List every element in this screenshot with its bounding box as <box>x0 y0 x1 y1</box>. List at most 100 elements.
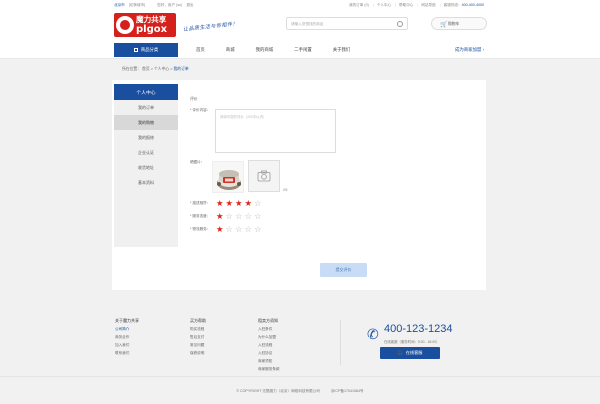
network-nav-link[interactable]: 网站导航 <box>421 3 435 8</box>
star-outline-icon[interactable]: ☆ <box>254 212 262 220</box>
star-outline-icon[interactable]: ☆ <box>245 225 253 233</box>
nav-link-second-hand[interactable]: 二手闲置 <box>294 47 312 53</box>
rating-stars-service[interactable]: ★ ☆ ☆ ☆ ☆ <box>216 212 262 220</box>
star-outline-icon[interactable]: ☆ <box>235 225 243 233</box>
header: 魔力共享 plgox 让品质生活与你相伴！ 请输入您想找的商品 🛒 购物车 <box>0 10 600 41</box>
footer-column-seller-notes: 租卖方须知 入驻条件 为什么加盟 入驻流程 入驻协议 商家须知 商家服务条款 <box>258 318 280 372</box>
sidebar-item-enterprise-auth[interactable]: 企业认证 <box>114 145 178 160</box>
top-utility-bar: 北京市 [切换城市] 您好，用户 (sn) 退出 我的订单 (0) | 个人中心… <box>0 0 600 10</box>
cart-icon: 🛒 <box>440 22 448 28</box>
footer-link[interactable]: 加入我们 <box>115 343 139 348</box>
welcome-text: 您好，用户 (sn) <box>157 2 183 7</box>
footer-link[interactable]: 商家服务条款 <box>258 367 280 372</box>
personal-center-link[interactable]: 个人中心 <box>377 3 391 8</box>
star-icon[interactable]: ★ <box>216 199 224 207</box>
category-menu-button[interactable]: 商品分类 <box>114 43 178 57</box>
star-outline-icon[interactable]: ☆ <box>254 199 262 207</box>
footer-link[interactable]: 入驻流程 <box>258 343 280 348</box>
menu-grid-icon <box>133 48 138 52</box>
help-center-link[interactable]: 帮助中心 <box>399 3 413 8</box>
footer-hours: 在线客服（服务时间：9:00 - 18:00） <box>384 340 440 344</box>
camera-icon <box>257 170 271 182</box>
star-outline-icon[interactable]: ☆ <box>245 212 253 220</box>
image-label: 晒图片： <box>190 160 205 164</box>
footer-link[interactable]: 商家须知 <box>258 359 280 364</box>
breadcrumb-personal[interactable]: 个人中心 <box>154 67 169 71</box>
nav-link-mall[interactable]: 商城 <box>226 47 235 53</box>
footer-link[interactable]: 常见问题 <box>190 343 206 348</box>
product-image <box>213 162 243 192</box>
footer-link[interactable]: 为什么加盟 <box>258 335 280 340</box>
footer-link[interactable]: 入驻条件 <box>258 327 280 332</box>
sidebar-item-shipping-address[interactable]: 收货地址 <box>114 160 178 175</box>
image-count: 0/5 <box>283 188 288 192</box>
breadcrumb-current: 我的订单 <box>173 67 189 71</box>
main-nav: 商品分类 首页 商城 我的商城 二手闲置 关于我们 成为商家加盟 › <box>0 41 600 59</box>
my-orders-link[interactable]: 我的订单 (0) <box>349 3 369 8</box>
submit-review-button[interactable]: 提交评价 <box>320 263 367 277</box>
nav-link-home[interactable]: 首页 <box>196 47 205 53</box>
sidebar-item-my-repairs[interactable]: 我的报修 <box>114 130 178 145</box>
content-label: * 评价内容： <box>190 108 211 112</box>
sidebar-title: 个人中心 <box>114 84 178 100</box>
footer-link[interactable]: 入驻协议 <box>258 351 280 356</box>
icp-number: 京ICP备17041584号 <box>330 389 364 393</box>
upload-image-button[interactable] <box>248 160 280 192</box>
breadcrumb-home[interactable]: 首页 <box>142 67 150 71</box>
star-outline-icon[interactable]: ☆ <box>254 225 262 233</box>
logout-link[interactable]: 退出 <box>186 3 193 8</box>
footer-link[interactable]: 保修说明 <box>190 351 206 356</box>
search-input[interactable]: 请输入您想找的商品 <box>286 17 408 30</box>
footer-phone: 400-123-1234 <box>384 323 453 335</box>
rating-stars-logistics[interactable]: ★ ☆ ☆ ☆ ☆ <box>216 225 262 233</box>
nav-links: 首页 商城 我的商城 二手闲置 关于我们 <box>196 47 371 53</box>
hotline-number: 400-400-4000 <box>461 3 484 7</box>
sidebar-item-my-shopping[interactable]: 我的购物 <box>114 115 178 130</box>
chevron-right-icon: › <box>482 47 485 52</box>
headset-icon: 🎧 <box>397 350 403 355</box>
star-outline-icon[interactable]: ☆ <box>226 212 234 220</box>
review-textarea[interactable]: 请填写您的评价（200字以内） <box>215 109 336 153</box>
copyright-bar: © COPYRIGHT 无限魔力（北京）网络科技有限公司 京ICP备170415… <box>0 376 600 404</box>
site-logo[interactable]: 魔力共享 plgox <box>114 13 176 37</box>
star-icon[interactable]: ★ <box>235 199 243 207</box>
product-thumbnail <box>212 161 244 193</box>
footer-link[interactable]: 购买流程 <box>190 327 206 332</box>
footer-link[interactable]: 售后支付 <box>190 335 206 340</box>
hotline-label: 客服热线： <box>443 2 462 7</box>
star-icon[interactable]: ★ <box>245 199 253 207</box>
footer-divider <box>340 320 341 365</box>
search-icon[interactable] <box>397 20 403 27</box>
switch-city-link[interactable]: [切换城市] <box>129 3 145 8</box>
rating-stars-description[interactable]: ★ ★ ★ ★ ☆ <box>216 199 262 207</box>
star-icon[interactable]: ★ <box>216 225 224 233</box>
footer-link[interactable]: 联系我们 <box>115 351 139 356</box>
breadcrumb: 所在位置： 首页 > 个人中心 > 我的订单 <box>122 67 189 71</box>
nav-link-about[interactable]: 关于我们 <box>333 47 351 53</box>
review-placeholder: 请填写您的评价（200字以内） <box>220 115 267 119</box>
footer: 关于魔力共享 公司简介 商务合作 加入我们 联系我们 买方帮助 购买流程 售后支… <box>0 306 600 376</box>
star-icon[interactable]: ★ <box>226 199 234 207</box>
footer-link[interactable]: 公司简介 <box>115 327 139 332</box>
logo-mark-icon <box>116 16 134 34</box>
sidebar-item-basic-info[interactable]: 基本资料 <box>114 175 178 190</box>
star-outline-icon[interactable]: ☆ <box>235 212 243 220</box>
city-label[interactable]: 北京市 <box>114 3 125 8</box>
rating-label-description: * 描述相符： <box>190 201 211 205</box>
search-placeholder: 请输入您想找的商品 <box>291 22 324 26</box>
sidebar-item-my-orders[interactable]: 我的订单 <box>114 100 178 115</box>
star-icon[interactable]: ★ <box>216 212 224 220</box>
become-merchant-link[interactable]: 成为商家加盟 › <box>455 47 484 53</box>
footer-link[interactable]: 商务合作 <box>115 335 139 340</box>
footer-column-about: 关于魔力共享 公司简介 商务合作 加入我们 联系我们 <box>115 318 139 356</box>
online-service-button[interactable]: 🎧 在线客服 <box>380 347 440 359</box>
footer-column-buyer-help: 买方帮助 购买流程 售后支付 常见问题 保修说明 <box>190 318 206 356</box>
slogan: 让品质生活与你相伴！ <box>182 21 239 33</box>
nav-link-my-mall[interactable]: 我的商城 <box>256 47 274 53</box>
section-title: 评价 <box>190 97 198 101</box>
rating-label-service: * 服务态度： <box>190 214 211 218</box>
copyright-text: © COPYRIGHT 无限魔力（北京）网络科技有限公司 <box>236 389 320 393</box>
cart-button[interactable]: 🛒 购物车 <box>431 17 487 30</box>
rating-label-logistics: * 物流服务： <box>190 227 211 231</box>
star-outline-icon[interactable]: ☆ <box>226 225 234 233</box>
